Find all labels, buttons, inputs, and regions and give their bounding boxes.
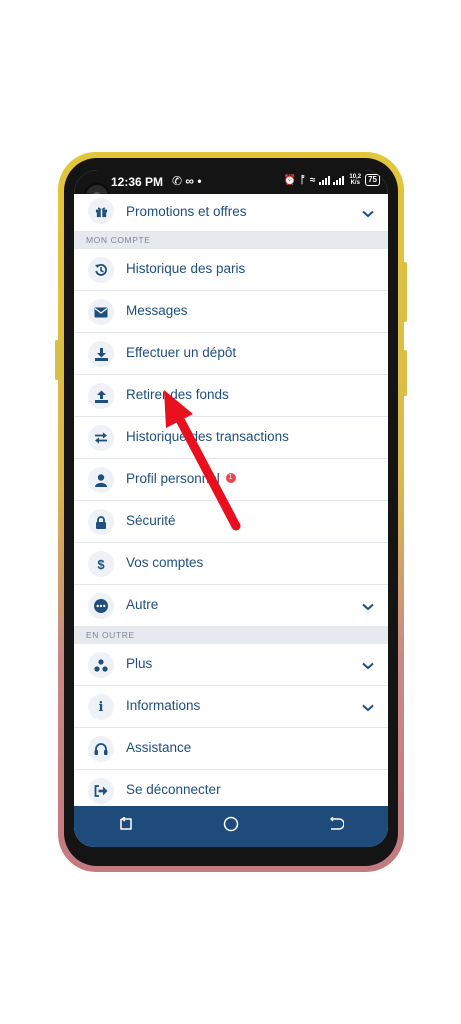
menu-item-security[interactable]: Sécurité — [74, 501, 388, 543]
chevron-down-icon[interactable] — [362, 657, 374, 675]
menu-item-label: Profil personnel 1 — [126, 471, 236, 486]
menu-item-plus[interactable]: Plus — [74, 644, 388, 686]
power-button — [402, 350, 407, 396]
link-icon: ∞ — [185, 174, 194, 188]
menu-item-label: Informations — [126, 698, 201, 713]
home-button[interactable] — [223, 816, 239, 837]
menu-item-label: Historique des transactions — [126, 429, 289, 444]
menu-item-deposit[interactable]: Effectuer un dépôt — [74, 333, 388, 375]
menu-item-label: Promotions et offres — [126, 204, 247, 219]
back-button[interactable] — [328, 816, 345, 836]
volume-button — [402, 262, 407, 322]
menu-item-label: Plus — [126, 656, 153, 671]
menu-item-label: Assistance — [126, 740, 192, 755]
chevron-down-icon[interactable] — [362, 598, 374, 616]
alarm-icon: ⏰ — [283, 174, 296, 186]
info-icon: i — [88, 694, 114, 720]
menu-item-bet-history[interactable]: Historique des paris — [74, 249, 388, 291]
logout-icon — [88, 778, 114, 804]
lock-icon — [88, 509, 114, 535]
net-speed: 10,2 K/s — [349, 174, 361, 186]
menu-item-profile[interactable]: Profil personnel 1 — [74, 459, 388, 501]
menu-item-other[interactable]: Autre — [74, 585, 388, 627]
upload-icon — [88, 383, 114, 409]
menu-item-label: Autre — [126, 597, 159, 612]
menu-item-informations[interactable]: i Informations — [74, 686, 388, 728]
chevron-down-icon[interactable] — [362, 699, 374, 717]
dots-cluster-icon — [88, 652, 114, 678]
menu-item-assistance[interactable]: Assistance — [74, 728, 388, 770]
menu-item-messages[interactable]: Messages — [74, 291, 388, 333]
menu-item-label: Se déconnecter — [126, 782, 221, 797]
notification-badge: 1 — [225, 473, 236, 484]
battery-icon: 75 — [365, 174, 380, 186]
dollar-icon: $ — [88, 551, 114, 577]
signal-icon — [319, 176, 345, 185]
profile-label-text: Profil personnel — [126, 471, 220, 486]
gift-icon — [88, 198, 114, 224]
screen: 12:36 PM ✆ ∞ • ⏰ ᚩ ≈ 10,2 K/s 75 Promoti… — [74, 170, 388, 847]
menu-item-promotions[interactable]: Promotions et offres — [74, 194, 388, 232]
section-header-account: MON COMPTE — [74, 232, 388, 249]
status-bar: 12:36 PM ✆ ∞ • ⏰ ᚩ ≈ 10,2 K/s 75 — [74, 170, 388, 194]
system-navigation-bar — [74, 806, 388, 847]
menu-item-withdraw[interactable]: Retirer des fonds — [74, 375, 388, 417]
menu-item-label: Vos comptes — [126, 555, 204, 570]
menu-item-label: Messages — [126, 303, 188, 318]
dot-icon: • — [197, 174, 202, 188]
envelope-icon — [88, 299, 114, 325]
recent-apps-button[interactable] — [118, 816, 134, 836]
chevron-down-icon[interactable] — [362, 205, 374, 223]
menu-item-label: Retirer des fonds — [126, 387, 229, 402]
side-button-left — [55, 340, 59, 380]
user-icon — [88, 467, 114, 493]
menu-item-label: Sécurité — [126, 513, 176, 528]
download-icon — [88, 341, 114, 367]
section-header-more: EN OUTRE — [74, 627, 388, 644]
menu-item-transaction-history[interactable]: Historique des transactions — [74, 417, 388, 459]
menu-item-label: Historique des paris — [126, 261, 246, 276]
menu-item-label: Effectuer un dépôt — [126, 345, 237, 360]
headset-icon — [88, 736, 114, 762]
whatsapp-icon: ✆ — [172, 174, 183, 188]
account-menu: Promotions et offres MON COMPTE Historiq… — [74, 194, 388, 812]
status-right: ⏰ ᚩ ≈ 10,2 K/s 75 — [283, 174, 380, 186]
net-speed-unit: K/s — [350, 180, 360, 186]
transfer-icon — [88, 425, 114, 451]
history-icon — [88, 257, 114, 283]
notification-icons: ✆ ∞ • — [172, 174, 202, 188]
wifi-icon: ≈ — [309, 174, 316, 186]
bluetooth-icon: ᚩ — [299, 174, 306, 186]
status-time: 12:36 PM — [111, 175, 164, 189]
ellipsis-icon — [88, 593, 114, 619]
menu-item-accounts[interactable]: $ Vos comptes — [74, 543, 388, 585]
